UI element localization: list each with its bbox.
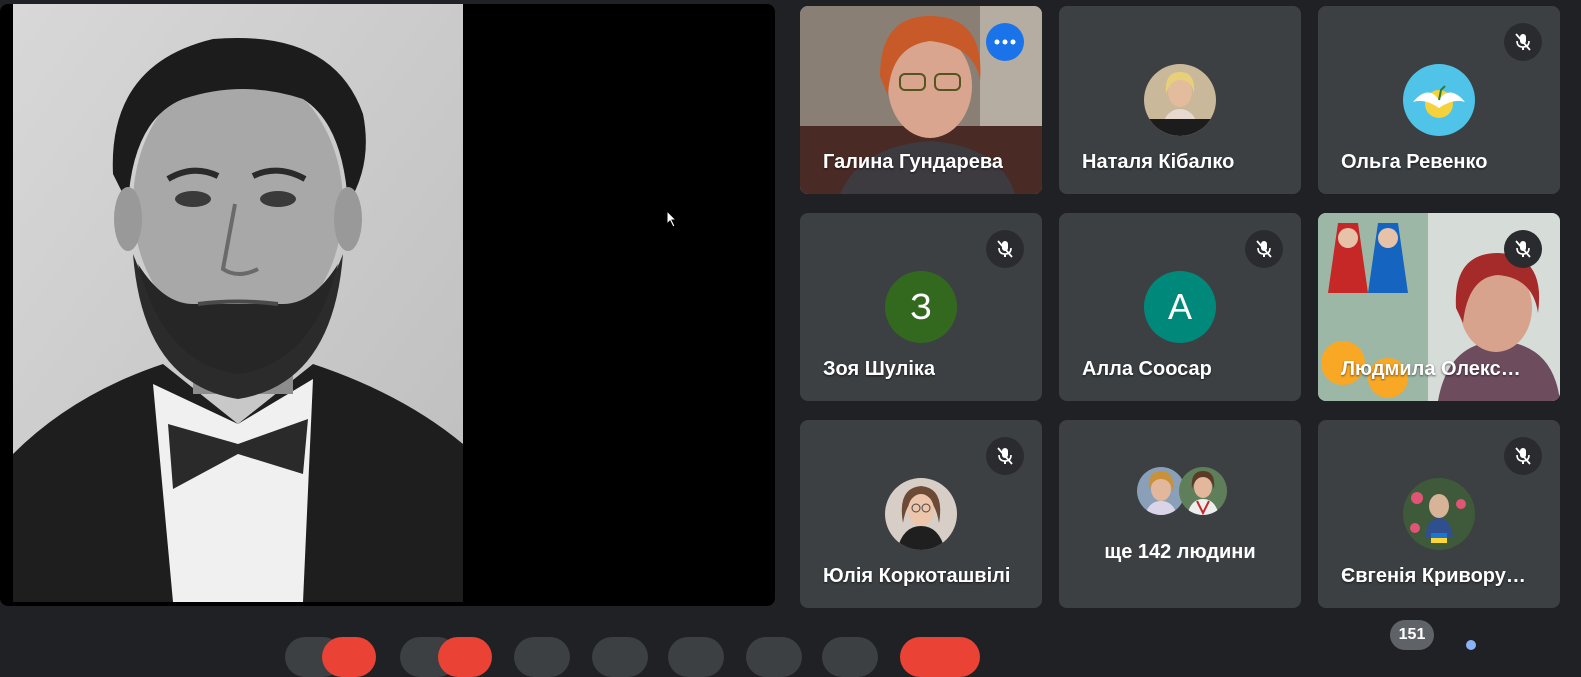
- participant-avatar: [1179, 467, 1227, 515]
- presented-portrait-image: [13, 4, 463, 602]
- more-participants-label: ще 142 людини: [1104, 541, 1256, 563]
- mic-off-icon: [986, 437, 1024, 475]
- participant-initial-avatar: З: [885, 271, 957, 343]
- captions-button[interactable]: [514, 637, 570, 677]
- mic-off-icon: [1504, 437, 1542, 475]
- participant-avatar: [1403, 478, 1475, 550]
- more-options-button[interactable]: [822, 637, 878, 677]
- participant-tile[interactable]: Людмила Олекс…: [1318, 213, 1560, 401]
- participant-tile[interactable]: Галина Гундарева: [800, 6, 1042, 194]
- participant-avatar: [1403, 64, 1475, 136]
- raise-hand-button[interactable]: [592, 637, 648, 677]
- more-dots-icon: [994, 39, 1016, 45]
- mic-off-icon: [986, 230, 1024, 268]
- camera-toggle-button[interactable]: [438, 637, 492, 677]
- participant-tile[interactable]: Юлія Коркоташвілі: [800, 420, 1042, 608]
- participant-tile[interactable]: Наталя Кібалко: [1059, 6, 1301, 194]
- participant-name: Юлія Коркоташвілі: [823, 565, 1011, 587]
- participant-tile[interactable]: Євгенія Кривору…: [1318, 420, 1560, 608]
- participant-tile[interactable]: А Алла Соосар: [1059, 213, 1301, 401]
- participant-name: Наталя Кібалко: [1082, 151, 1235, 173]
- reactions-button[interactable]: [746, 637, 802, 677]
- participant-avatar: [885, 478, 957, 550]
- participant-avatar: [1144, 64, 1216, 136]
- activity-dot-icon: [1466, 640, 1476, 650]
- presentation-stage: [0, 4, 775, 606]
- mic-off-icon: [1504, 230, 1542, 268]
- mic-toggle-button[interactable]: [322, 637, 376, 677]
- participant-name: Людмила Олекс…: [1341, 358, 1521, 380]
- mouse-cursor-icon: [666, 210, 678, 228]
- participant-name: Алла Соосар: [1082, 358, 1212, 380]
- more-options-button[interactable]: [986, 23, 1024, 61]
- participant-avatar: [1137, 467, 1185, 515]
- participant-tile[interactable]: Ольга Ревенко: [1318, 6, 1560, 194]
- participant-count-badge[interactable]: 151: [1390, 620, 1434, 650]
- more-participants-tile[interactable]: ще 142 людини: [1059, 420, 1301, 608]
- present-button[interactable]: [668, 637, 724, 677]
- leave-call-button[interactable]: [900, 637, 980, 677]
- participant-name: Ольга Ревенко: [1341, 151, 1488, 173]
- participant-name: Зоя Шуліка: [823, 358, 936, 380]
- participant-name: Галина Гундарева: [823, 151, 1004, 173]
- participant-tile[interactable]: З Зоя Шуліка: [800, 213, 1042, 401]
- mic-off-icon: [1245, 230, 1283, 268]
- mic-off-icon: [1504, 23, 1542, 61]
- participant-initial-avatar: А: [1144, 271, 1216, 343]
- participant-name: Євгенія Кривору…: [1341, 565, 1526, 587]
